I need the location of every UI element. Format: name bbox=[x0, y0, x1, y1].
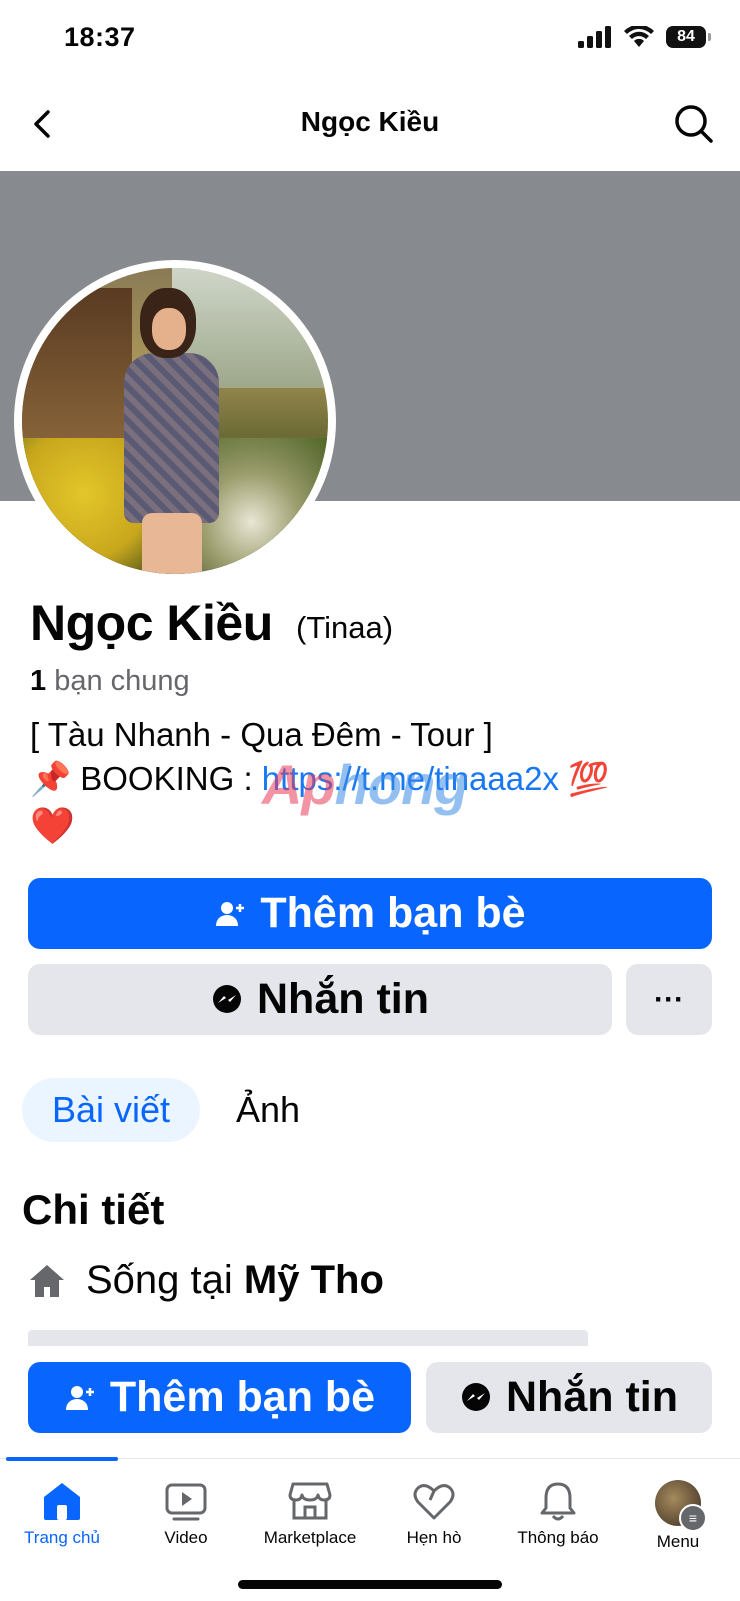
add-friend-icon bbox=[65, 1385, 94, 1410]
lives-prefix: Sống tại bbox=[86, 1258, 233, 1302]
sticky-message-button[interactable]: Nhắn tin bbox=[426, 1362, 712, 1433]
profile-name: Ngọc Kiều bbox=[30, 595, 273, 651]
sticky-message-label: Nhắn tin bbox=[506, 1373, 678, 1421]
mutual-friends[interactable]: 1 bạn chung bbox=[30, 665, 190, 698]
profile-nickname: (Tinaa) bbox=[296, 610, 394, 645]
signal-icon bbox=[578, 26, 611, 48]
nav-menu[interactable]: ≡ Menu bbox=[616, 1480, 740, 1552]
sticky-add-friend-button[interactable]: Thêm bạn bè bbox=[28, 1362, 411, 1433]
bio-emoji: 💯 bbox=[558, 760, 610, 797]
message-button[interactable]: Nhắn tin bbox=[28, 964, 612, 1035]
mutual-count: 1 bbox=[30, 665, 47, 697]
wifi-icon bbox=[624, 26, 654, 47]
nav-video[interactable]: Video bbox=[124, 1480, 248, 1548]
video-icon bbox=[165, 1483, 207, 1521]
messenger-icon bbox=[462, 1382, 490, 1411]
nav-home-label: Trang chủ bbox=[24, 1528, 100, 1547]
add-friend-icon bbox=[216, 901, 245, 926]
details-heading: Chi tiết bbox=[22, 1186, 165, 1233]
nav-marketplace-label: Marketplace bbox=[263, 1528, 357, 1547]
profile-avatar[interactable] bbox=[14, 260, 336, 582]
watermark-logo: Aphong bbox=[262, 753, 468, 816]
bio-line-1: [ Tàu Nhanh - Qua Đêm - Tour ] bbox=[30, 716, 493, 753]
nav-dating[interactable]: Hẹn hò bbox=[372, 1480, 496, 1548]
detail-row-cut bbox=[28, 1330, 708, 1346]
profile-photo bbox=[22, 268, 328, 574]
battery-icon: 84 bbox=[666, 26, 711, 48]
add-friend-label: Thêm bạn bè bbox=[260, 889, 526, 937]
messenger-icon bbox=[213, 984, 241, 1013]
mutual-label: bạn chung bbox=[54, 665, 190, 697]
nav-marketplace[interactable]: Marketplace bbox=[248, 1480, 372, 1548]
home-indicator bbox=[238, 1580, 502, 1589]
bell-icon bbox=[540, 1482, 576, 1521]
nav-notifications-label: Thông báo bbox=[517, 1528, 599, 1547]
menu-hamburger-icon: ≡ bbox=[679, 1504, 707, 1532]
dating-icon bbox=[413, 1484, 455, 1520]
lives-in-row: Sống tại Mỹ Tho bbox=[28, 1258, 384, 1303]
more-options-button[interactable]: ··· bbox=[626, 964, 712, 1035]
marketplace-icon bbox=[288, 1482, 332, 1520]
bio-booking-text: 📌 BOOKING : bbox=[30, 760, 262, 797]
nav-notifications[interactable]: Thông báo bbox=[496, 1480, 620, 1548]
message-label: Nhắn tin bbox=[257, 975, 429, 1023]
active-tab-indicator bbox=[6, 1457, 118, 1461]
home-icon bbox=[44, 1483, 80, 1520]
tab-posts[interactable]: Bài viết bbox=[22, 1078, 200, 1142]
status-icons: 84 bbox=[578, 26, 711, 48]
nav-video-label: Video bbox=[164, 1528, 208, 1547]
nav-dating-label: Hẹn hò bbox=[406, 1528, 462, 1547]
home-icon bbox=[30, 1264, 64, 1297]
nav-menu-label: Menu bbox=[656, 1532, 700, 1551]
search-button[interactable] bbox=[670, 100, 718, 148]
status-time: 18:37 bbox=[64, 22, 136, 52]
nav-home[interactable]: Trang chủ bbox=[0, 1480, 124, 1548]
search-icon bbox=[675, 105, 713, 143]
tab-photos[interactable]: Ảnh bbox=[236, 1078, 300, 1142]
menu-avatar: ≡ bbox=[655, 1480, 707, 1532]
sticky-add-friend-label: Thêm bạn bè bbox=[109, 1373, 376, 1421]
page-title: Ngọc Kiều bbox=[300, 106, 440, 137]
bio-line-3: ❤️ bbox=[30, 805, 75, 846]
lives-place[interactable]: Mỹ Tho bbox=[244, 1258, 384, 1302]
add-friend-button[interactable]: Thêm bạn bè bbox=[28, 878, 712, 949]
